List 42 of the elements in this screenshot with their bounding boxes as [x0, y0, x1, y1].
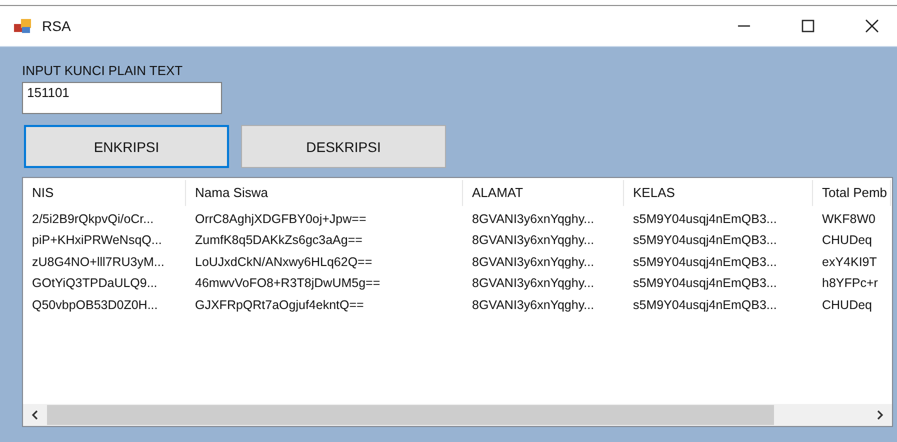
table-cell-text: 8GVANI3y6xnYqghy... — [471, 212, 596, 226]
table-cell-text: exY4KI9T — [821, 254, 878, 269]
column-header[interactable]: KELAS — [624, 180, 813, 206]
scroll-left-icon[interactable] — [31, 410, 39, 420]
table-cell-text: s5M9Y04usqj4nEmQB3... — [632, 233, 778, 248]
column-header[interactable]: ALAMAT — [463, 180, 624, 206]
table-cell-text: s5M9Y04usqj4nEmQB3... — [632, 212, 778, 226]
table-cell-text: s5M9Y04usqj4nEmQB3... — [632, 254, 778, 269]
table-cell-text: ZumfK8q5DAKkZs6gc3aAg== — [194, 233, 364, 248]
table-cell-text: zU8G4NO+lll7RU3yM... — [31, 254, 166, 269]
maximize-icon[interactable] — [801, 19, 815, 33]
table-cell-text: 2/5i2B9rQkpvQi/oCr... — [31, 212, 155, 226]
scroll-right-icon[interactable] — [876, 410, 884, 420]
table-cell-text: Q50vbpOB53D0Z0H... — [31, 298, 159, 312]
action-button[interactable]: ENKRIPSI — [24, 125, 229, 168]
app-icon — [14, 18, 32, 34]
table-cell-text: piP+KHxiPRWeNsqQ... — [31, 233, 163, 248]
table-cell-text: s5M9Y04usqj4nEmQB3... — [632, 298, 778, 312]
input-field[interactable]: 151101 — [22, 82, 222, 114]
column-header[interactable]: Nama Siswa — [186, 180, 463, 206]
table-cell-text: 46mwvVoFO8+R3T8jDwUM5g== — [194, 276, 382, 290]
table-cell-text: GJXFRpQRt7aOgjuf4ekntQ== — [194, 298, 365, 312]
table-cell-text: 8GVANI3y6xnYqghy... — [471, 276, 596, 290]
table-cell-text: OrrC8AghjXDGFBY0oj+Jpw== — [194, 212, 368, 226]
column-header[interactable]: NIS — [23, 180, 186, 206]
table-cell-text: h8YFPc+r — [821, 276, 879, 290]
close-icon[interactable] — [865, 19, 879, 33]
table-cell-text: GOtYiQ3TPDaULQ9... — [31, 276, 158, 290]
table-cell-text: CHUDeq — [821, 298, 874, 312]
table-cell-text: 8GVANI3y6xnYqghy... — [471, 233, 596, 248]
table-cell-text: WKF8W0 — [821, 212, 876, 226]
table-cell-text: 8GVANI3y6xnYqghy... — [471, 254, 596, 269]
scrollbar-thumb[interactable] — [47, 405, 774, 425]
table-cell-text: CHUDeq — [821, 233, 874, 248]
horizontal-scrollbar[interactable] — [23, 404, 892, 426]
table-cell-text: 8GVANI3y6xnYqghy... — [471, 298, 596, 312]
action-button[interactable]: DESKRIPSI — [241, 125, 446, 168]
window-title: RSA — [42, 18, 71, 34]
column-header[interactable]: Total Pemb — [813, 180, 891, 206]
table-cell-text: LoUJxdCkN/ANxwy6HLq62Q== — [194, 254, 374, 269]
table-cell-text: s5M9Y04usqj4nEmQB3... — [632, 276, 778, 290]
input-label: INPUT KUNCI PLAIN TEXT — [22, 63, 183, 79]
